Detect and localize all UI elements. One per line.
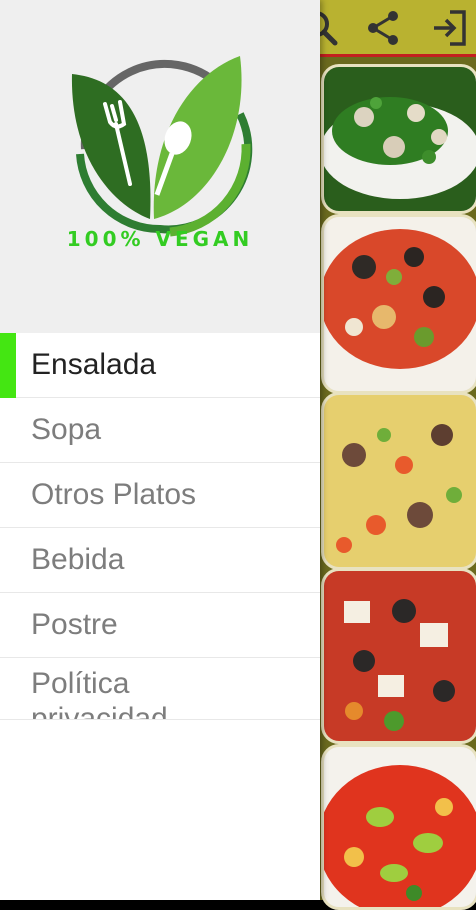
menu-item-sopa[interactable]: Sopa bbox=[0, 398, 320, 463]
salad-greens-image bbox=[324, 67, 476, 211]
menu-item-label: Postre bbox=[31, 608, 118, 641]
menu-item-label: Sopa bbox=[31, 413, 102, 446]
salad-olives-image bbox=[324, 217, 476, 391]
menu-item-label: Política privacidad bbox=[31, 667, 168, 720]
food-card[interactable] bbox=[321, 568, 476, 744]
food-card[interactable] bbox=[321, 214, 476, 394]
menu-item-ensalada[interactable]: Ensalada bbox=[0, 333, 320, 398]
logo-text: 100% VEGAN bbox=[67, 227, 254, 251]
food-card[interactable] bbox=[321, 744, 476, 910]
menu-item-politica-privacidad[interactable]: Política privacidad bbox=[0, 658, 320, 720]
menu-item-bebida[interactable]: Bebida bbox=[0, 528, 320, 593]
food-card[interactable] bbox=[321, 392, 476, 570]
navigation-drawer: 100% VEGAN Ensalada Sopa Otros Platos Be… bbox=[0, 0, 320, 900]
drawer-menu: Ensalada Sopa Otros Platos Bebida Postre… bbox=[0, 333, 320, 720]
vegan-logo: 100% VEGAN bbox=[67, 56, 254, 251]
menu-item-postre[interactable]: Postre bbox=[0, 593, 320, 658]
food-card[interactable] bbox=[321, 64, 476, 214]
drawer-header: 100% VEGAN bbox=[0, 0, 320, 333]
menu-item-label: Bebida bbox=[31, 543, 125, 576]
exit-icon[interactable] bbox=[428, 8, 468, 48]
couscous-salad-image bbox=[324, 395, 476, 567]
share-icon[interactable] bbox=[363, 8, 403, 48]
menu-item-otros-platos[interactable]: Otros Platos bbox=[0, 463, 320, 528]
greek-salad-image bbox=[324, 571, 476, 741]
tomato-kiwi-salad-image bbox=[324, 747, 476, 907]
menu-item-label: Ensalada bbox=[31, 348, 157, 381]
menu-item-label: Otros Platos bbox=[31, 478, 197, 511]
